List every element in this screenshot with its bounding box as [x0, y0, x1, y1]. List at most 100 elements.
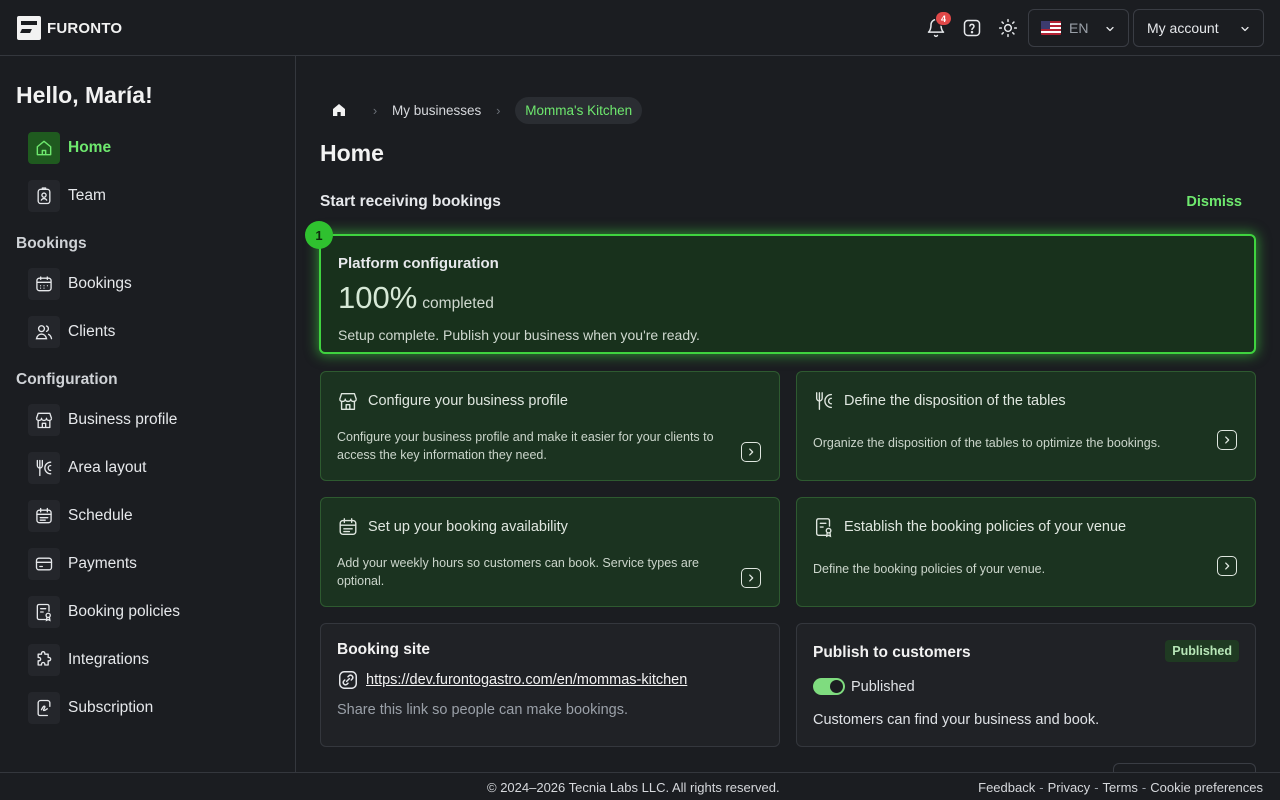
- publish-description: Customers can find your business and boo…: [813, 712, 1100, 728]
- chevron-right-icon: ›: [496, 102, 501, 118]
- sidebar-item-home[interactable]: Home: [28, 132, 111, 164]
- booking-site-description: Share this link so people can make booki…: [337, 702, 628, 718]
- footer-links: Feedback - Privacy - Terms - Cookie pref…: [978, 780, 1263, 795]
- language-selector[interactable]: EN: [1028, 9, 1129, 47]
- greeting: Hello, María!: [16, 82, 153, 108]
- utensils-icon: [28, 452, 60, 484]
- link-icon: [339, 671, 357, 689]
- task-title: Configure your business profile: [368, 393, 568, 409]
- storefront-icon: [28, 404, 60, 436]
- sidebar-item-subscription[interactable]: Subscription: [28, 692, 153, 724]
- sidebar-item-label: Team: [68, 187, 106, 204]
- top-bar: FURONTO 4 EN My account: [0, 0, 1280, 56]
- footer-link-terms[interactable]: Terms: [1103, 780, 1138, 795]
- sidebar-item-label: Schedule: [68, 507, 133, 524]
- chevron-right-icon[interactable]: [741, 568, 761, 588]
- breadcrumb: › My businesses › Momma's Kitchen: [320, 96, 643, 124]
- task-title: Establish the booking policies of your v…: [844, 519, 1127, 535]
- logo-mark-icon: [17, 16, 41, 40]
- publish-toggle[interactable]: [813, 678, 845, 695]
- brand-name: FURONTO: [47, 19, 123, 37]
- step-number-badge: 1: [305, 221, 333, 249]
- sidebar-item-bookings[interactable]: Bookings: [28, 268, 132, 300]
- sidebar-item-schedule[interactable]: Schedule: [28, 500, 133, 532]
- footer-link-privacy[interactable]: Privacy: [1048, 780, 1091, 795]
- sidebar: Hello, María! Home Team Bookings Booking…: [0, 56, 296, 772]
- policy-icon: [815, 518, 832, 538]
- schedule-icon: [28, 500, 60, 532]
- publish-card: Publish to customers Published Published…: [796, 623, 1256, 747]
- my-account-dropdown[interactable]: My account: [1133, 9, 1264, 47]
- sidebar-item-clients[interactable]: Clients: [28, 316, 115, 348]
- footer-link-cookie-preferences[interactable]: Cookie preferences: [1150, 780, 1263, 795]
- sidebar-item-label: Home: [68, 139, 112, 156]
- platform-configuration-title: Platform configuration: [338, 255, 499, 272]
- sidebar-item-integrations[interactable]: Integrations: [28, 644, 149, 676]
- utensils-icon: [815, 392, 833, 410]
- task-description: Define the booking policies of your venu…: [813, 562, 1046, 576]
- home-icon: [28, 132, 60, 164]
- task-description: Organize the disposition of the tables t…: [813, 436, 1161, 450]
- brand-logo[interactable]: FURONTO: [17, 16, 122, 40]
- sidebar-item-business-profile[interactable]: Business profile: [28, 404, 177, 436]
- sidebar-item-booking-policies[interactable]: Booking policies: [28, 596, 180, 628]
- users-icon: [28, 316, 60, 348]
- sidebar-item-area-layout[interactable]: Area layout: [28, 452, 146, 484]
- publish-title: Publish to customers: [813, 644, 971, 661]
- sidebar-item-label: Area layout: [68, 459, 147, 476]
- sidebar-section-configuration: Configuration: [16, 371, 118, 388]
- account-label: My account: [1147, 20, 1219, 36]
- booking-site-card: Booking site https://dev.furontogastro.c…: [320, 623, 780, 747]
- schedule-icon: [339, 518, 357, 536]
- completion-percent-label: completed: [422, 295, 494, 312]
- policy-icon: [28, 596, 60, 628]
- sidebar-section-bookings: Bookings: [16, 235, 87, 252]
- task-title: Define the disposition of the tables: [844, 393, 1066, 409]
- copyright: © 2024–2026 Tecnia Labs LLC. All rights …: [487, 780, 780, 795]
- us-flag-icon: [1041, 21, 1061, 35]
- completion-percent-value: 100%: [338, 280, 418, 315]
- breadcrumb-my-businesses[interactable]: My businesses: [392, 103, 481, 118]
- help-icon[interactable]: [960, 16, 984, 40]
- task-description: Configure your business profile and make…: [337, 430, 714, 462]
- chevron-down-icon: [1239, 22, 1251, 38]
- status-badge: Published: [1165, 640, 1239, 662]
- theme-toggle-sun-icon[interactable]: [996, 16, 1020, 40]
- chevron-down-icon: [1104, 22, 1116, 38]
- publish-toggle-label: Published: [851, 678, 915, 695]
- breadcrumb-home[interactable]: [320, 96, 358, 124]
- task-card-booking-availability[interactable]: Set up your booking availability Add you…: [320, 497, 780, 607]
- booking-site-link[interactable]: https://dev.furontogastro.com/en/mommas-…: [366, 672, 687, 688]
- notifications-count-badge: 4: [935, 11, 952, 26]
- chevron-right-icon[interactable]: [1217, 430, 1237, 450]
- task-title: Set up your booking availability: [368, 519, 568, 535]
- page-title: Home: [320, 140, 384, 166]
- sidebar-item-label: Subscription: [68, 699, 154, 716]
- task-description: Add your weekly hours so customers can b…: [337, 556, 699, 588]
- task-card-booking-policies[interactable]: Establish the booking policies of your v…: [796, 497, 1256, 607]
- calendar-icon: [28, 268, 60, 300]
- footer: © 2024–2026 Tecnia Labs LLC. All rights …: [0, 772, 1280, 800]
- booking-site-title: Booking site: [337, 641, 431, 658]
- sidebar-item-label: Bookings: [68, 275, 132, 292]
- sidebar-item-label: Clients: [68, 323, 116, 340]
- footer-link-feedback[interactable]: Feedback: [978, 780, 1035, 795]
- sidebar-item-team[interactable]: Team: [28, 180, 106, 212]
- home-icon: [333, 104, 345, 116]
- platform-configuration-description: Setup complete. Publish your business wh…: [338, 327, 700, 343]
- badge-icon: [28, 180, 60, 212]
- language-label: EN: [1069, 20, 1089, 36]
- sidebar-item-label: Booking policies: [68, 603, 181, 620]
- sidebar-item-label: Payments: [68, 555, 137, 572]
- task-card-business-profile[interactable]: Configure your business profile Configur…: [320, 371, 780, 481]
- dismiss-button[interactable]: Dismiss: [1186, 194, 1242, 210]
- platform-configuration-card: Platform configuration 100% completed Se…: [319, 234, 1256, 354]
- chevron-right-icon: ›: [372, 102, 378, 118]
- breadcrumb-current-business[interactable]: Momma's Kitchen: [515, 96, 643, 124]
- section-title: Start receiving bookings: [320, 193, 501, 210]
- task-card-table-disposition[interactable]: Define the disposition of the tables Org…: [796, 371, 1256, 481]
- chevron-right-icon[interactable]: [1217, 556, 1237, 576]
- sidebar-item-payments[interactable]: Payments: [28, 548, 137, 580]
- chevron-right-icon[interactable]: [741, 442, 761, 462]
- subscription-icon: [28, 692, 60, 724]
